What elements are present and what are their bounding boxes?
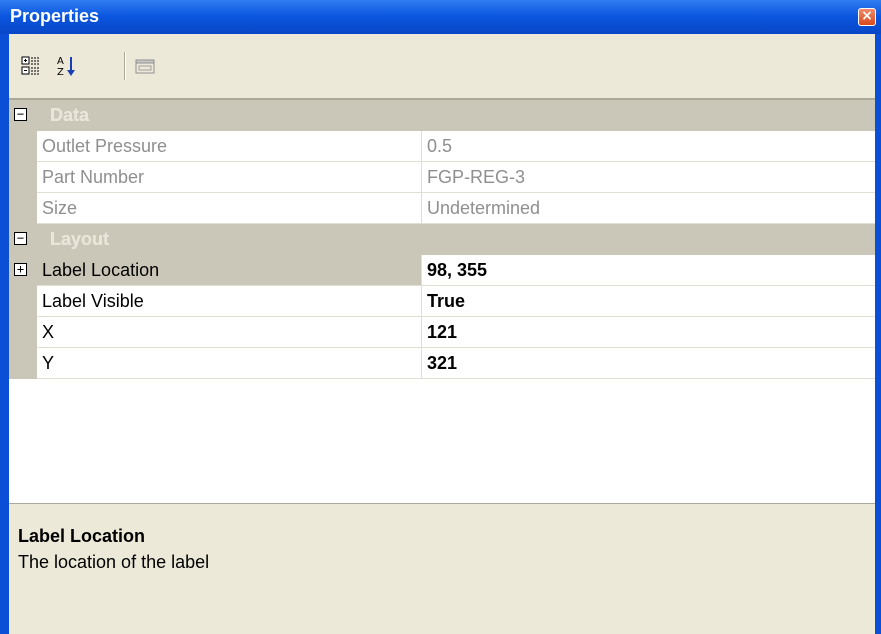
categorized-icon — [21, 56, 40, 75]
svg-text:Z: Z — [57, 67, 64, 77]
alphabetical-sort-icon: A Z — [57, 56, 75, 77]
property-name: Outlet Pressure — [42, 136, 168, 156]
category-row-layout[interactable]: − Layout — [9, 224, 875, 255]
property-value[interactable]: 0.5 — [427, 131, 452, 162]
property-value[interactable]: 98, 355 — [427, 255, 487, 286]
property-pages-button[interactable] — [131, 52, 159, 80]
collapse-icon[interactable]: − — [14, 108, 27, 121]
property-value[interactable]: 321 — [427, 348, 457, 379]
expand-icon[interactable]: + — [14, 263, 27, 276]
property-name: Label Visible — [42, 291, 144, 311]
property-name: Size — [42, 198, 78, 218]
category-row-data[interactable]: − Data — [9, 100, 875, 131]
property-name: X — [42, 322, 55, 342]
toolbar-separator — [124, 52, 125, 80]
row-gutter — [9, 131, 37, 162]
properties-window: Properties × A Z − Data Outlet Pressure … — [0, 0, 881, 634]
category-label: Data — [50, 105, 90, 125]
description-pane: Label Location The location of the label — [9, 504, 875, 634]
column-divider — [421, 193, 422, 224]
property-grid: − Data Outlet Pressure 0.5 Part Number F… — [9, 100, 875, 504]
property-value[interactable]: 121 — [427, 317, 457, 348]
svg-text:A: A — [57, 56, 64, 67]
row-gutter — [9, 348, 37, 379]
property-row[interactable]: Outlet Pressure 0.5 — [9, 131, 875, 162]
description-title: Label Location — [18, 526, 146, 546]
property-name: Part Number — [42, 167, 145, 187]
property-row[interactable]: Y 321 — [9, 348, 875, 379]
column-divider — [421, 286, 422, 317]
property-value[interactable]: True — [427, 286, 465, 317]
properties-panel: A Z − Data Outlet Pressure 0.5 Part Numb… — [9, 34, 875, 634]
row-divider — [37, 378, 875, 379]
property-row[interactable]: X 121 — [9, 317, 875, 348]
collapse-icon[interactable]: − — [14, 232, 27, 245]
property-row-selected[interactable]: + Label Location 98, 355 — [9, 255, 875, 286]
title-bar[interactable]: Properties × — [0, 0, 881, 34]
property-row[interactable]: Part Number FGP-REG-3 — [9, 162, 875, 193]
column-divider — [421, 162, 422, 193]
row-gutter — [9, 162, 37, 193]
column-divider — [421, 255, 422, 286]
window-title: Properties — [10, 6, 100, 26]
property-name: Label Location — [42, 260, 160, 280]
property-value[interactable]: Undetermined — [427, 193, 540, 224]
property-row[interactable]: Label Visible True — [9, 286, 875, 317]
property-row[interactable]: Size Undetermined — [9, 193, 875, 224]
alphabetical-button[interactable]: A Z — [53, 52, 81, 80]
close-icon: × — [861, 8, 873, 24]
property-pages-icon — [135, 59, 155, 74]
column-divider — [421, 131, 422, 162]
property-value[interactable]: FGP-REG-3 — [427, 162, 525, 193]
row-gutter — [9, 286, 37, 317]
row-gutter — [9, 193, 37, 224]
property-name: Y — [42, 353, 55, 373]
category-label: Layout — [50, 229, 110, 249]
column-divider — [421, 348, 422, 379]
description-text: The location of the label — [18, 552, 210, 572]
categorized-button[interactable] — [17, 52, 45, 80]
toolbar: A Z — [9, 34, 875, 100]
row-gutter — [9, 317, 37, 348]
column-divider — [421, 317, 422, 348]
close-button[interactable]: × — [858, 8, 876, 26]
